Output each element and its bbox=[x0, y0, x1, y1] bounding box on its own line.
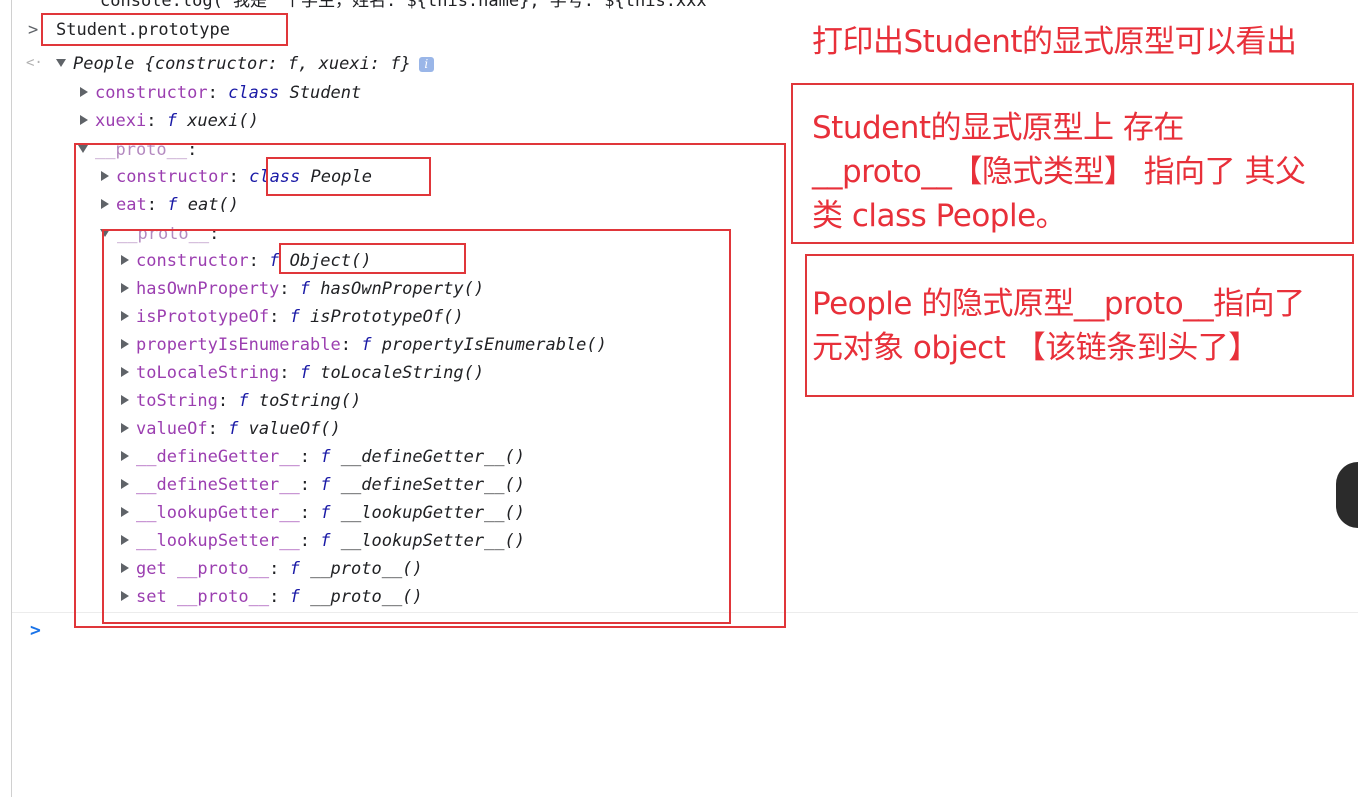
annotation-note-1: 打印出Student的显式原型可以看出 bbox=[812, 24, 1297, 60]
console-bottom-prompt[interactable]: > bbox=[30, 620, 41, 641]
prop-row-xuexi[interactable]: xuexi: f xuexi() bbox=[80, 108, 259, 134]
prop-key: xuexi bbox=[95, 111, 147, 131]
annotation-note-2-line1: Student的显式原型上 存在 bbox=[812, 110, 1184, 146]
prop-value: xuexi() bbox=[187, 111, 259, 131]
summary-text: People {constructor: f, xuexi: f} bbox=[73, 54, 411, 74]
colon: : bbox=[207, 83, 218, 103]
annotation-note-2-line3: 类 class People。 bbox=[812, 198, 1067, 234]
expand-right-icon[interactable] bbox=[80, 115, 88, 125]
highlight-box-command bbox=[41, 13, 288, 46]
prop-key: constructor bbox=[95, 83, 208, 103]
floating-button-edge[interactable] bbox=[1336, 462, 1358, 528]
annotation-note-3-line1: People 的隐式原型__proto__指向了 bbox=[812, 286, 1305, 322]
highlight-box-class-people bbox=[266, 157, 431, 196]
expand-right-icon[interactable] bbox=[80, 87, 88, 97]
expand-down-icon[interactable] bbox=[56, 59, 66, 67]
result-summary[interactable]: People {constructor: f, xuexi: f} i bbox=[56, 51, 434, 77]
prop-value: Student bbox=[289, 83, 362, 103]
result-arrow-icon: <· bbox=[26, 55, 43, 71]
console-gutter-divider bbox=[11, 0, 12, 797]
highlight-box-object bbox=[279, 243, 466, 274]
highlight-box-proto-level2 bbox=[102, 229, 731, 624]
info-icon[interactable]: i bbox=[418, 56, 434, 72]
colon: : bbox=[146, 111, 157, 131]
annotation-note-3-line2: 元对象 object 【该链条到头了】 bbox=[812, 330, 1259, 366]
annotation-note-2-line2: __proto__【隐式类型】 指向了 其父 bbox=[812, 154, 1306, 190]
previous-source-line: console.log(`我是一个学生，姓名: ${this.name}, 学号… bbox=[100, 0, 707, 11]
function-f-glyph: f bbox=[166, 111, 177, 131]
prop-row-constructor[interactable]: constructor: class Student bbox=[80, 80, 361, 106]
input-prompt-icon: > bbox=[28, 20, 39, 40]
class-keyword: class bbox=[228, 83, 280, 103]
